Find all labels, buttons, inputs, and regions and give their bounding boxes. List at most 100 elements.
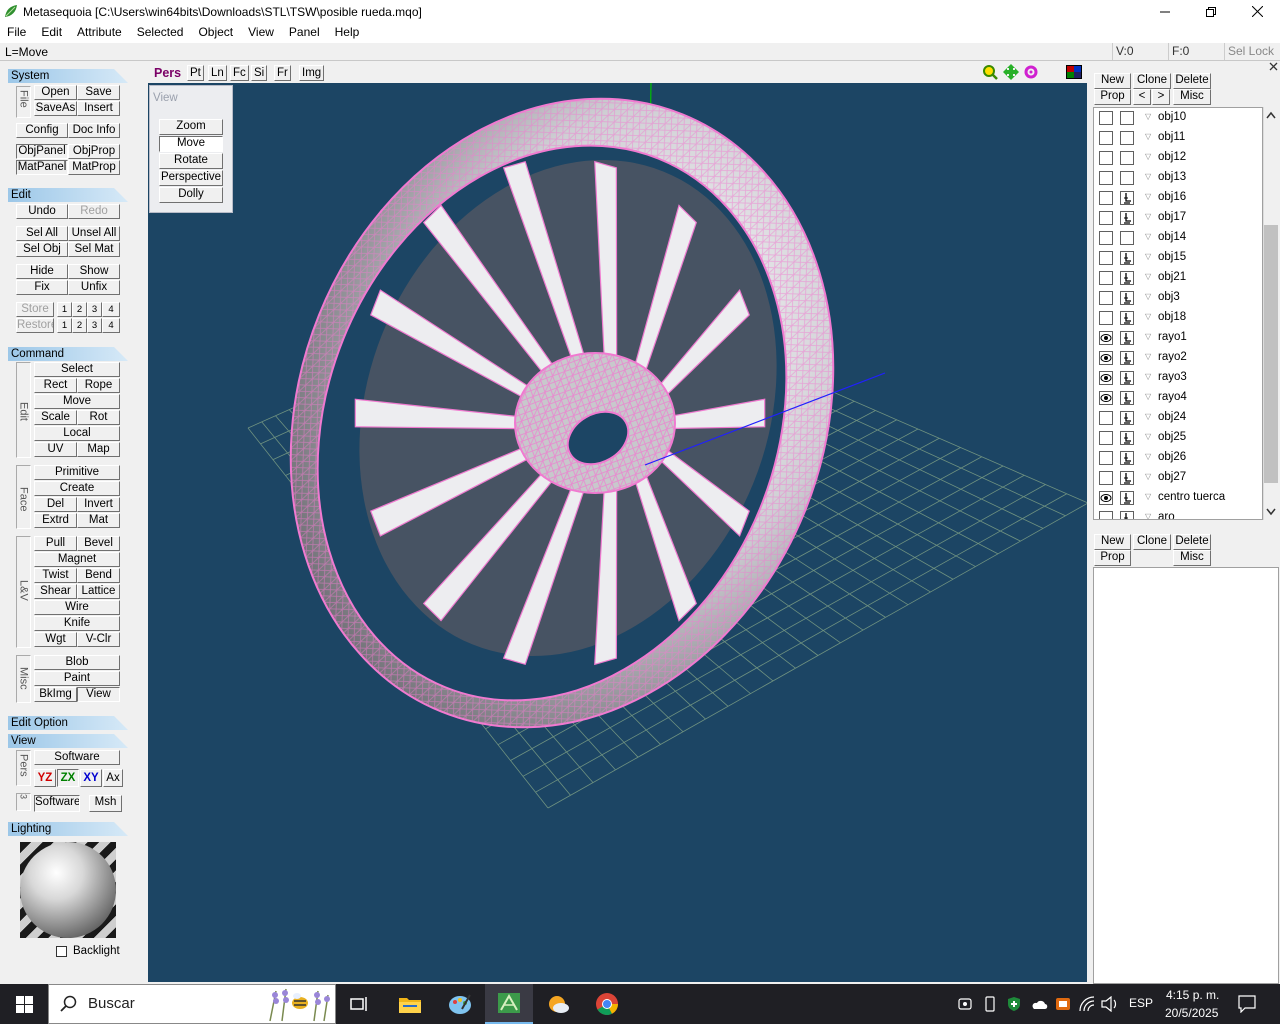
bend-button[interactable]: Bend — [77, 568, 120, 583]
object-row[interactable]: ▽ obj15 — [1094, 248, 1262, 268]
rotate-view-icon[interactable] — [1023, 64, 1039, 80]
section-edit[interactable]: Edit — [8, 188, 128, 202]
panel-close-icon[interactable] — [1269, 62, 1278, 71]
expand-triangle-icon[interactable]: ▽ — [1145, 252, 1151, 261]
software-render-3-button[interactable]: Software — [34, 795, 80, 812]
expand-triangle-icon[interactable]: ▽ — [1145, 212, 1151, 221]
map-tool-button[interactable]: Map — [77, 442, 120, 457]
start-button[interactable] — [0, 984, 48, 1024]
blob-button[interactable]: Blob — [34, 655, 120, 670]
clone-object-button[interactable]: Clone — [1133, 73, 1171, 89]
uv-tool-button[interactable]: UV — [34, 442, 77, 457]
visibility-toggle[interactable] — [1099, 251, 1113, 265]
create-button[interactable]: Create — [34, 481, 120, 496]
expand-triangle-icon[interactable]: ▽ — [1145, 412, 1151, 421]
saveas-button[interactable]: SaveAs — [34, 101, 77, 116]
lock-toggle[interactable] — [1120, 151, 1134, 165]
magnet-button[interactable]: Magnet — [34, 552, 120, 567]
lock-toggle[interactable] — [1120, 331, 1134, 345]
expand-triangle-icon[interactable]: ▽ — [1145, 472, 1151, 481]
object-row[interactable]: ▽ rayo1 — [1094, 328, 1262, 348]
object-prev-button[interactable]: < — [1133, 89, 1151, 105]
restore-slot-1[interactable]: 1 — [57, 318, 72, 333]
paint-button[interactable]: Paint — [34, 671, 120, 686]
lock-toggle[interactable] — [1120, 451, 1134, 465]
object-prop-button[interactable]: Prop — [1094, 89, 1131, 105]
extrude-button[interactable]: Extrd — [34, 513, 77, 528]
expand-triangle-icon[interactable]: ▽ — [1145, 172, 1151, 181]
weight-button[interactable]: Wgt — [34, 632, 77, 647]
xy-view-button[interactable]: XY — [80, 769, 102, 787]
section-lighting[interactable]: Lighting — [8, 822, 128, 836]
object-row[interactable]: ▽ obj17 — [1094, 208, 1262, 228]
backlight-checkbox[interactable] — [56, 946, 67, 957]
scale-tool-button[interactable]: Scale — [34, 410, 77, 425]
lock-toggle[interactable] — [1120, 351, 1134, 365]
volume-tray-icon[interactable] — [1101, 996, 1119, 1012]
scroll-down-icon[interactable] — [1266, 508, 1276, 516]
lock-toggle[interactable] — [1120, 291, 1134, 305]
lock-toggle[interactable] — [1120, 411, 1134, 425]
delete-face-button[interactable]: Del — [34, 497, 77, 512]
tab-points[interactable]: Pt — [187, 65, 204, 81]
visibility-toggle[interactable] — [1099, 471, 1113, 485]
unselect-all-button[interactable]: Unsel All — [68, 226, 120, 241]
minimize-button[interactable] — [1142, 0, 1188, 23]
docinfo-button[interactable]: Doc Info — [68, 123, 120, 138]
tab-lines[interactable]: Ln — [208, 65, 227, 81]
material-misc-button[interactable]: Misc — [1173, 550, 1211, 566]
file-explorer-button[interactable] — [386, 984, 434, 1024]
restore-slot-4[interactable]: 4 — [102, 318, 120, 333]
object-row[interactable]: ▽ obj3 — [1094, 288, 1262, 308]
material-list[interactable] — [1093, 567, 1279, 984]
task-view-button[interactable] — [336, 984, 384, 1024]
menu-help[interactable]: Help — [328, 23, 368, 43]
object-row[interactable]: ▽ obj25 — [1094, 428, 1262, 448]
security-shield-tray-icon[interactable] — [1007, 996, 1021, 1012]
language-indicator[interactable]: ESP — [1129, 996, 1153, 1010]
lighting-preview[interactable] — [20, 842, 116, 938]
tab-perspective[interactable]: Pers — [150, 64, 185, 82]
object-row[interactable]: ▽ aro — [1094, 508, 1262, 519]
expand-triangle-icon[interactable]: ▽ — [1145, 312, 1151, 321]
primitive-button[interactable]: Primitive — [34, 465, 120, 480]
view-command-button[interactable]: View — [77, 687, 120, 702]
menu-edit[interactable]: Edit — [34, 23, 70, 43]
new-material-button[interactable]: New — [1094, 534, 1131, 550]
menu-attribute[interactable]: Attribute — [70, 23, 130, 43]
restore-button[interactable] — [1188, 0, 1234, 23]
expand-triangle-icon[interactable]: ▽ — [1145, 512, 1151, 519]
rope-select-button[interactable]: Rope — [77, 378, 120, 393]
lock-toggle[interactable] — [1120, 231, 1134, 245]
expand-triangle-icon[interactable]: ▽ — [1145, 232, 1151, 241]
expand-triangle-icon[interactable]: ▽ — [1145, 372, 1151, 381]
expand-triangle-icon[interactable]: ▽ — [1145, 432, 1151, 441]
unfix-button[interactable]: Unfix — [68, 280, 120, 295]
objprop-button[interactable]: ObjProp — [68, 144, 120, 159]
zoom-button[interactable]: Zoom — [159, 119, 223, 135]
visibility-toggle[interactable] — [1099, 271, 1113, 285]
rect-select-button[interactable]: Rect — [34, 378, 77, 393]
select-tool-button[interactable]: Select — [34, 362, 120, 377]
axis-view-button[interactable]: Ax — [103, 769, 123, 787]
store-button[interactable]: Store — [16, 302, 54, 317]
weather-app-button[interactable] — [534, 984, 582, 1024]
object-row[interactable]: ▽ obj14 — [1094, 228, 1262, 248]
lock-toggle[interactable] — [1120, 211, 1134, 225]
visibility-toggle[interactable] — [1099, 491, 1113, 505]
expand-triangle-icon[interactable]: ▽ — [1145, 292, 1151, 301]
twist-button[interactable]: Twist — [34, 568, 77, 583]
clone-material-button[interactable]: Clone — [1133, 534, 1171, 550]
menu-selected[interactable]: Selected — [130, 23, 192, 43]
metasequoia-taskbar-button[interactable] — [485, 984, 533, 1024]
clock-date[interactable]: 20/5/2025 — [1165, 1006, 1218, 1020]
object-row[interactable]: ▽ obj12 — [1094, 148, 1262, 168]
lock-toggle[interactable] — [1120, 111, 1134, 125]
expand-triangle-icon[interactable]: ▽ — [1145, 392, 1151, 401]
visibility-toggle[interactable] — [1099, 231, 1113, 245]
yz-view-button[interactable]: YZ — [34, 769, 56, 787]
tab-silhouette[interactable]: Si — [251, 65, 268, 81]
store-slot-2[interactable]: 2 — [72, 302, 87, 317]
lock-toggle[interactable] — [1120, 171, 1134, 185]
lock-toggle[interactable] — [1120, 471, 1134, 485]
